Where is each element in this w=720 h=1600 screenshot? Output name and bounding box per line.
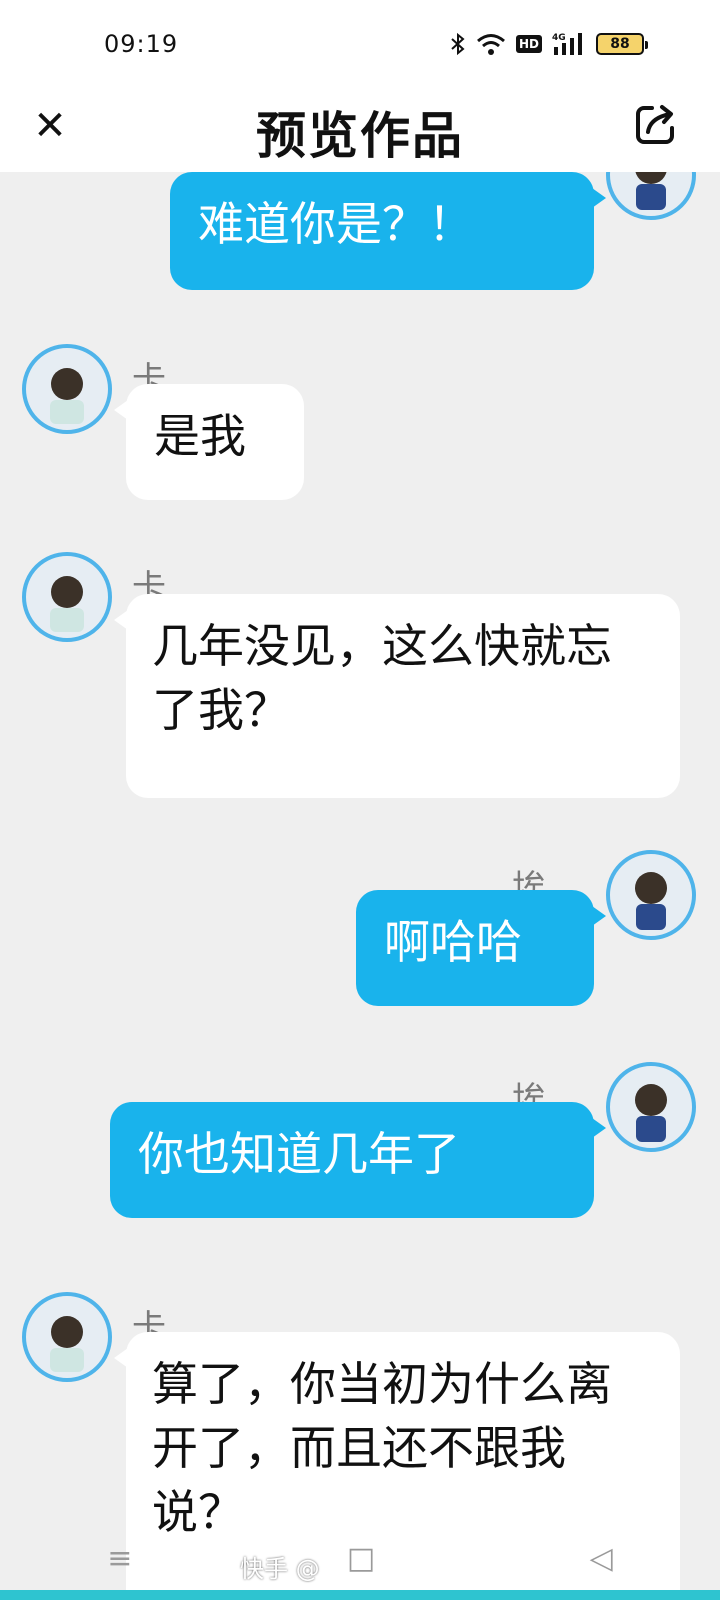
- hd-badge: HD: [515, 35, 542, 53]
- avatar[interactable]: [606, 172, 696, 220]
- system-nav-bar: ≡ □ ◁: [0, 1528, 720, 1588]
- menu-icon[interactable]: ≡: [107, 1541, 132, 1576]
- message-bubble[interactable]: 啊哈哈: [356, 890, 606, 1006]
- message-bubble[interactable]: 是我: [114, 384, 304, 500]
- avatar[interactable]: [22, 552, 112, 642]
- avatar[interactable]: [22, 1292, 112, 1382]
- bottom-strip: [0, 1590, 720, 1600]
- status-time: 09:19: [104, 30, 179, 58]
- back-icon[interactable]: ◁: [590, 1541, 613, 1576]
- message-bubble[interactable]: 几年没见，这么快就忘了我？: [114, 594, 680, 798]
- chat-area[interactable]: 埃米 难道你是？！ 卡米尔 是我 卡米尔 几年没见，这么快就忘了我？ 埃米 啊哈…: [0, 172, 720, 1600]
- wifi-icon: [476, 32, 506, 56]
- svg-text:4G: 4G: [552, 33, 566, 43]
- avatar[interactable]: [606, 1062, 696, 1152]
- top-app-bar: ✕ 预览作品: [0, 92, 720, 172]
- status-bar: 09:19 HD 4G 88: [0, 0, 720, 92]
- watermark: 快手 @: [240, 1555, 320, 1583]
- signal-icon: 4G: [552, 31, 586, 57]
- status-icons: HD 4G 88: [450, 30, 648, 58]
- share-icon[interactable]: [632, 100, 680, 148]
- message-bubble[interactable]: 难道你是？！: [170, 172, 606, 290]
- battery-indicator: 88: [596, 33, 648, 55]
- bluetooth-icon: [450, 32, 466, 56]
- page-title: 预览作品: [256, 107, 464, 165]
- avatar[interactable]: [606, 850, 696, 940]
- avatar[interactable]: [22, 344, 112, 434]
- home-icon[interactable]: □: [347, 1541, 375, 1576]
- message-bubble[interactable]: 你也知道几年了: [110, 1102, 606, 1218]
